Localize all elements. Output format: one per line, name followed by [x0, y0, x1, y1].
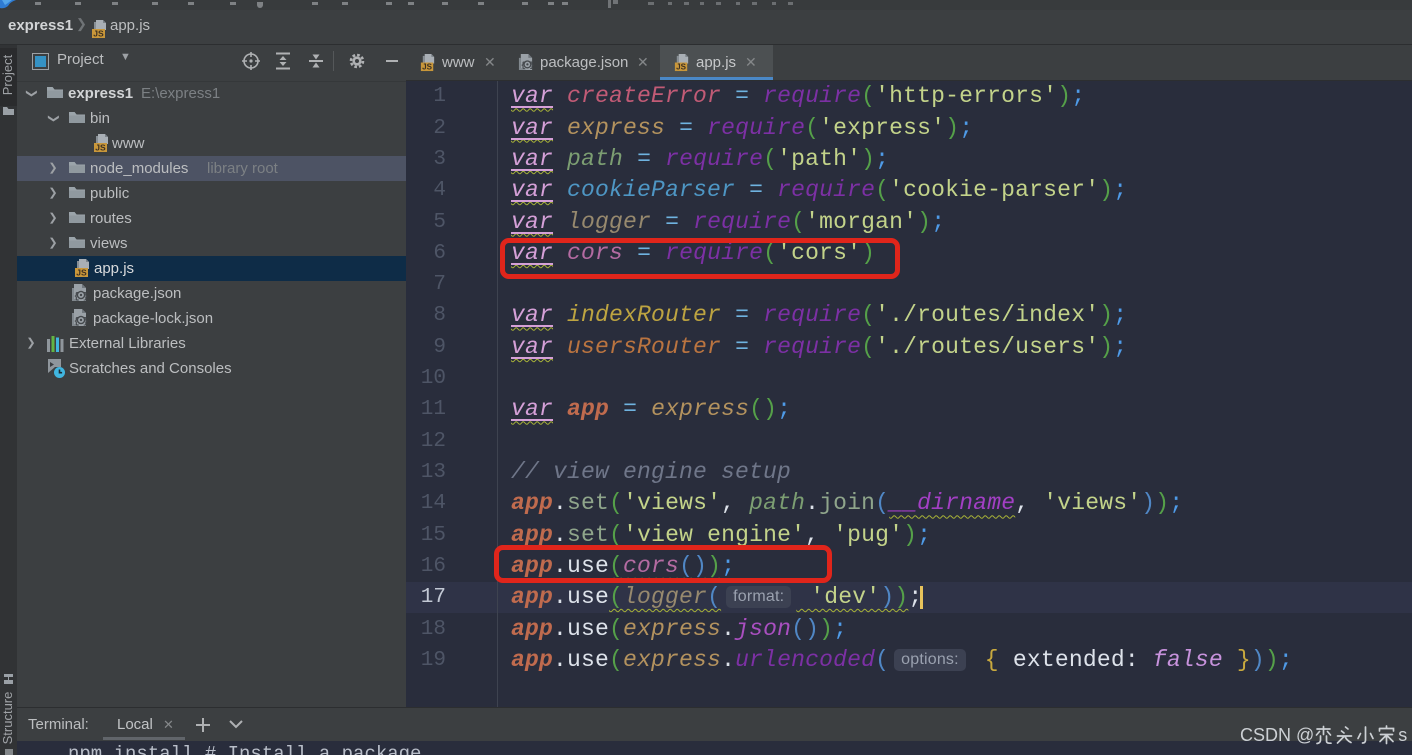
svg-text:{: {: [521, 61, 526, 71]
svg-text:JS: JS: [95, 143, 106, 153]
svg-text:{: {: [74, 316, 79, 326]
svg-text:{: {: [74, 291, 79, 301]
svg-text:JS: JS: [93, 29, 104, 39]
svg-text:JS: JS: [422, 63, 432, 72]
svg-text:JS: JS: [76, 268, 87, 278]
svg-text:}: }: [529, 61, 534, 71]
svg-text:}: }: [83, 316, 88, 326]
svg-text:JS: JS: [676, 63, 686, 72]
svg-text:}: }: [83, 291, 88, 301]
